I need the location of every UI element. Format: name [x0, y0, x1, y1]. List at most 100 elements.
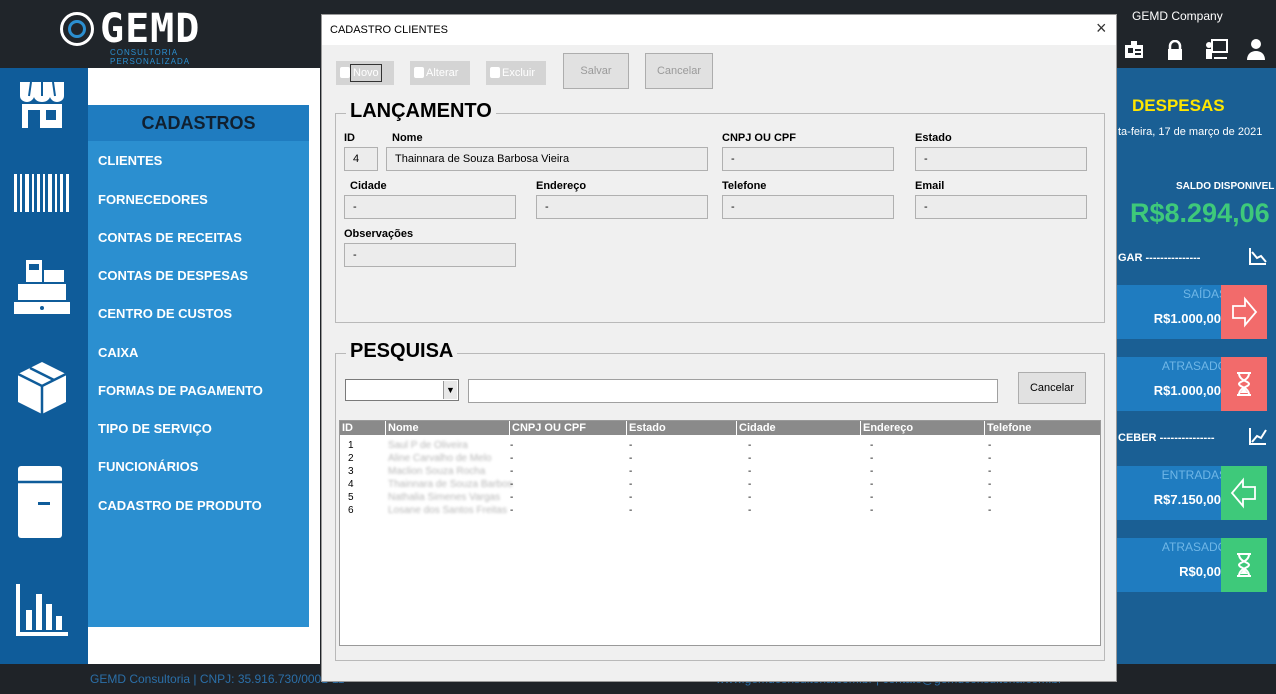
- receber-label: CEBER ---------------: [1118, 432, 1215, 444]
- menu-item-contas-despesas[interactable]: CONTAS DE DESPESAS: [98, 268, 248, 283]
- row-cell: -: [870, 492, 874, 503]
- menu-item-clientes[interactable]: CLIENTES: [98, 153, 162, 168]
- row-cell: -: [510, 505, 514, 516]
- menu-item-fornecedores[interactable]: FORNECEDORES: [98, 192, 208, 207]
- row-cell: -: [870, 466, 874, 477]
- row-cell: -: [629, 466, 633, 477]
- cnpj-field[interactable]: -: [722, 147, 894, 171]
- row-nome: Thainnara de Souza Barbos: [388, 479, 513, 490]
- row-cell: -: [748, 466, 752, 477]
- menu-item-contas-receitas[interactable]: CONTAS DE RECEITAS: [98, 230, 242, 245]
- observacoes-label: Observações: [344, 228, 414, 240]
- row-cell: -: [510, 440, 514, 451]
- row-cell: -: [988, 466, 992, 477]
- new-icon: [340, 67, 350, 78]
- cadastros-menu: CADASTROS CLIENTES FORNECEDORES CONTAS D…: [88, 105, 309, 627]
- row-cell: -: [510, 492, 514, 503]
- estado-field[interactable]: -: [915, 147, 1087, 171]
- cash-register-icon[interactable]: [14, 258, 70, 314]
- store-icon[interactable]: [14, 76, 70, 132]
- row-cell: -: [748, 479, 752, 490]
- email-field[interactable]: -: [915, 195, 1087, 219]
- alterar-button[interactable]: Alterar: [410, 61, 470, 85]
- salvar-button[interactable]: Salvar: [563, 53, 629, 89]
- row-cell: -: [748, 492, 752, 503]
- menu-item-formas-pagamento[interactable]: FORMAS DE PAGAMENTO: [98, 383, 263, 398]
- results-list[interactable]: ID Nome CNPJ OU CPF Estado Cidade Endere…: [339, 420, 1101, 646]
- row-cell: -: [510, 466, 514, 477]
- row-nome: Maclion Souza Rocha: [388, 466, 486, 477]
- menu-item-cadastro-produto[interactable]: CADASTRO DE PRODUTO: [98, 498, 262, 513]
- atrasado-entradas-card[interactable]: ATRASADO R$0,00: [1117, 538, 1267, 592]
- card-label: ENTRADAS: [1161, 468, 1227, 482]
- row-cell: -: [988, 479, 992, 490]
- row-cell: -: [510, 479, 514, 490]
- card-value: R$0,00: [1179, 564, 1221, 579]
- email-label: Email: [915, 180, 945, 192]
- row-cell: -: [988, 453, 992, 464]
- cancelar-search-button[interactable]: Cancelar: [1018, 372, 1086, 404]
- cidade-label: Cidade: [350, 180, 387, 192]
- hourglass-icon: [1221, 538, 1267, 592]
- nome-label: Nome: [392, 132, 423, 144]
- row-cell: -: [870, 479, 874, 490]
- row-cell: -: [629, 492, 633, 503]
- fridge-icon[interactable]: [14, 464, 70, 540]
- menu-item-centro-custos[interactable]: CENTRO DE CUSTOS: [98, 306, 232, 321]
- row-cell: -: [629, 505, 633, 516]
- cidade-field[interactable]: -: [344, 195, 516, 219]
- search-input[interactable]: [468, 379, 998, 403]
- cnpj-label: CNPJ OU CPF: [722, 132, 796, 144]
- search-column-select[interactable]: ▼: [345, 379, 459, 401]
- atrasado-saidas-card[interactable]: ATRASADO R$1.000,00: [1117, 357, 1267, 411]
- row-nome: Nathalia Simenes Vargas: [388, 492, 501, 503]
- id-field[interactable]: 4: [344, 147, 378, 171]
- endereco-label: Endereço: [536, 180, 587, 192]
- cancelar-toolbar-button[interactable]: Cancelar: [645, 53, 713, 89]
- entradas-card[interactable]: ENTRADAS R$7.150,00: [1117, 466, 1267, 520]
- menu-heading: CADASTROS: [88, 105, 309, 141]
- edit-icon: [414, 67, 424, 78]
- id-label: ID: [344, 132, 355, 144]
- cadastro-clientes-dialog: CADASTRO CLIENTES × Novo Alterar Excluir…: [321, 14, 1117, 682]
- menu-item-tipo-servico[interactable]: TIPO DE SERVIÇO: [98, 421, 212, 436]
- chevron-down-icon[interactable]: ▼: [443, 381, 457, 399]
- menu-item-caixa[interactable]: CAIXA: [98, 345, 138, 360]
- nome-field[interactable]: Thainnara de Souza Barbosa Vieira: [386, 147, 708, 171]
- box-icon[interactable]: [14, 360, 70, 416]
- lock-icon[interactable]: [1166, 40, 1184, 60]
- row-cell: -: [870, 453, 874, 464]
- trend-up-icon: [1249, 428, 1267, 445]
- dialog-title: CADASTRO CLIENTES: [330, 24, 448, 36]
- user-icon[interactable]: [1246, 38, 1266, 60]
- barcode-icon[interactable]: [14, 166, 70, 222]
- table-row[interactable]: 3 Maclion Souza Rocha - - - - -: [340, 465, 1100, 478]
- observacoes-field[interactable]: -: [344, 243, 516, 267]
- bar-chart-icon[interactable]: [14, 580, 70, 636]
- arrow-right-icon: [1221, 285, 1267, 339]
- excluir-button[interactable]: Excluir: [486, 61, 546, 85]
- row-nome: Saul P de Oliveira: [388, 440, 468, 451]
- table-row[interactable]: 1 Saul P de Oliveira - - - - -: [340, 439, 1100, 452]
- column-cnpj: CNPJ OU CPF: [510, 421, 627, 435]
- row-cell: -: [510, 453, 514, 464]
- results-header: ID Nome CNPJ OU CPF Estado Cidade Endere…: [340, 421, 1100, 435]
- saidas-card[interactable]: SAÍDAS R$1.000,00: [1117, 285, 1267, 339]
- card-value: R$1.000,00: [1153, 383, 1221, 398]
- excluir-label: Excluir: [502, 67, 536, 79]
- lancamento-group: LANÇAMENTO ID 4 Nome Thainnara de Souza …: [335, 100, 1105, 323]
- saldo-label: SALDO DISPONIVEL: [1176, 181, 1275, 192]
- menu-item-funcionarios[interactable]: FUNCIONÁRIOS: [98, 459, 198, 474]
- close-button[interactable]: ×: [1096, 18, 1107, 39]
- row-nome: Losane dos Santos Freitas: [388, 505, 507, 516]
- pesquisa-title: PESQUISA: [346, 340, 458, 363]
- presentation-icon[interactable]: [1204, 39, 1228, 61]
- telefone-field[interactable]: -: [722, 195, 894, 219]
- table-row[interactable]: 6 Losane dos Santos Freitas - - - - -: [340, 504, 1100, 517]
- table-row[interactable]: 5 Nathalia Simenes Vargas - - - - -: [340, 491, 1100, 504]
- table-row[interactable]: 4 Thainnara de Souza Barbos - - - - -: [340, 478, 1100, 491]
- table-row[interactable]: 2 Aline Carvalho de Melo - - - - -: [340, 452, 1100, 465]
- novo-button[interactable]: Novo: [336, 61, 394, 85]
- id-card-icon[interactable]: [1124, 40, 1144, 60]
- endereco-field[interactable]: -: [536, 195, 708, 219]
